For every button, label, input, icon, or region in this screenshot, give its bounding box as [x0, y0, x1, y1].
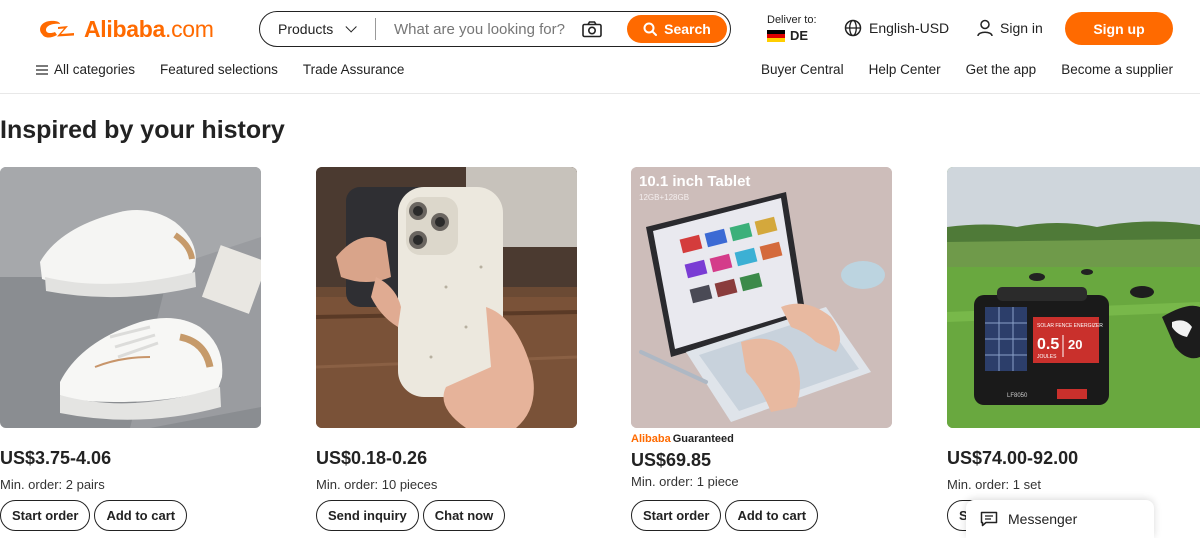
product-card: US$0.18-0.26 Min. order: 10 pieces Send …: [316, 167, 577, 531]
messenger-widget[interactable]: Messenger: [966, 500, 1154, 538]
search-button-label: Search: [664, 20, 711, 37]
search-input[interactable]: [376, 12, 576, 46]
germany-flag-icon: [767, 30, 785, 42]
sign-in-label: Sign in: [1000, 20, 1043, 36]
product-min-order: Min. order: 1 piece: [631, 474, 739, 489]
section-title: Inspired by your history: [0, 116, 285, 144]
tablet-caption: 10.1 inch Tablet: [639, 173, 750, 190]
alibaba-guaranteed-badge: Alibaba Guaranteed: [631, 433, 734, 445]
chat-now-button[interactable]: Chat now: [422, 500, 506, 531]
deliver-country: DE: [767, 29, 817, 43]
menu-icon: [36, 64, 48, 75]
add-to-cart-button[interactable]: Add to cart: [725, 500, 819, 531]
site-header: Alibaba.com Products Search Deliver to:: [0, 0, 1200, 94]
product-card: 10.1 inch Tablet 12GB+128GB Alibaba Guar…: [631, 167, 892, 531]
product-min-order: Min. order: 1 set: [947, 477, 1041, 492]
product-card: US$3.75-4.06 Min. order: 2 pairs Start o…: [0, 167, 261, 531]
send-inquiry-button[interactable]: Send inquiry: [316, 500, 419, 531]
energizer-label: SOLAR FENCE ENERGIZER: [1037, 323, 1103, 329]
search-bar: Products Search: [259, 11, 731, 47]
chevron-down-icon: [345, 21, 358, 33]
energizer-joules-unit: JOULES: [1037, 354, 1057, 360]
language-label: English-USD: [869, 20, 950, 36]
subnav-left: All categories Featured selections Trade…: [36, 62, 429, 77]
all-categories-label: All categories: [54, 62, 136, 77]
language-selector[interactable]: English-USD: [844, 19, 949, 37]
start-order-button[interactable]: Start order: [631, 500, 722, 531]
deliver-label: Deliver to:: [767, 14, 817, 26]
product-card: SOLAR FENCE ENERGIZER 0.5 JOULES 20 LF80…: [947, 167, 1200, 531]
product-price: US$69.85: [631, 450, 712, 470]
product-price: US$74.00-92.00: [947, 448, 1079, 468]
energizer-model: LF8050: [1007, 393, 1028, 399]
product-actions: Start order Add to cart: [0, 500, 188, 531]
product-actions: Start order Add to cart: [631, 500, 819, 531]
deliver-to[interactable]: Deliver to: DE: [767, 13, 817, 43]
search-category-label: Products: [278, 21, 334, 37]
product-image-phone-case[interactable]: [316, 167, 577, 428]
sign-up-button[interactable]: Sign up: [1065, 12, 1173, 45]
search-icon: [643, 22, 658, 36]
sign-in-link[interactable]: Sign in: [976, 19, 1043, 37]
product-price: US$3.75-4.06: [0, 448, 112, 468]
guaranteed-badge-brand: Alibaba: [631, 433, 671, 445]
help-center-link[interactable]: Help Center: [869, 62, 941, 77]
product-actions: Send inquiry Chat now: [316, 500, 506, 531]
subnav-right: Buyer Central Help Center Get the app Be…: [736, 62, 1173, 77]
tablet-subcaption: 12GB+128GB: [639, 193, 689, 202]
product-image-tablet[interactable]: 10.1 inch Tablet 12GB+128GB: [631, 167, 892, 428]
deliver-country-code: DE: [790, 28, 809, 43]
alibaba-logo-icon: [40, 20, 74, 38]
search-button[interactable]: Search: [627, 14, 727, 43]
user-icon: [977, 19, 993, 37]
energizer-km: 20: [1068, 337, 1082, 352]
product-image-sneakers[interactable]: [0, 167, 261, 428]
product-min-order: Min. order: 2 pairs: [0, 477, 105, 492]
camera-icon[interactable]: [580, 17, 604, 41]
trade-assurance-link[interactable]: Trade Assurance: [303, 62, 405, 77]
alibaba-logo[interactable]: Alibaba.com: [36, 14, 214, 44]
product-price: US$0.18-0.26: [316, 448, 428, 468]
guaranteed-badge-text: Guaranteed: [672, 433, 734, 445]
buyer-central-link[interactable]: Buyer Central: [761, 62, 844, 77]
featured-selections-link[interactable]: Featured selections: [160, 62, 278, 77]
get-the-app-link[interactable]: Get the app: [966, 62, 1037, 77]
start-order-button[interactable]: Start order: [0, 500, 91, 531]
search-category-dropdown[interactable]: Products: [260, 12, 375, 46]
logo-text: Alibaba.com: [84, 15, 214, 42]
energizer-joules: 0.5: [1037, 336, 1059, 353]
globe-icon: [844, 19, 862, 37]
chat-icon: [980, 511, 998, 527]
all-categories-link[interactable]: All categories: [36, 62, 135, 77]
messenger-label: Messenger: [1008, 511, 1078, 527]
product-image-solar-energizer[interactable]: SOLAR FENCE ENERGIZER 0.5 JOULES 20 LF80…: [947, 167, 1200, 428]
become-supplier-link[interactable]: Become a supplier: [1061, 62, 1173, 77]
add-to-cart-button[interactable]: Add to cart: [94, 500, 188, 531]
product-min-order: Min. order: 10 pieces: [316, 477, 438, 492]
